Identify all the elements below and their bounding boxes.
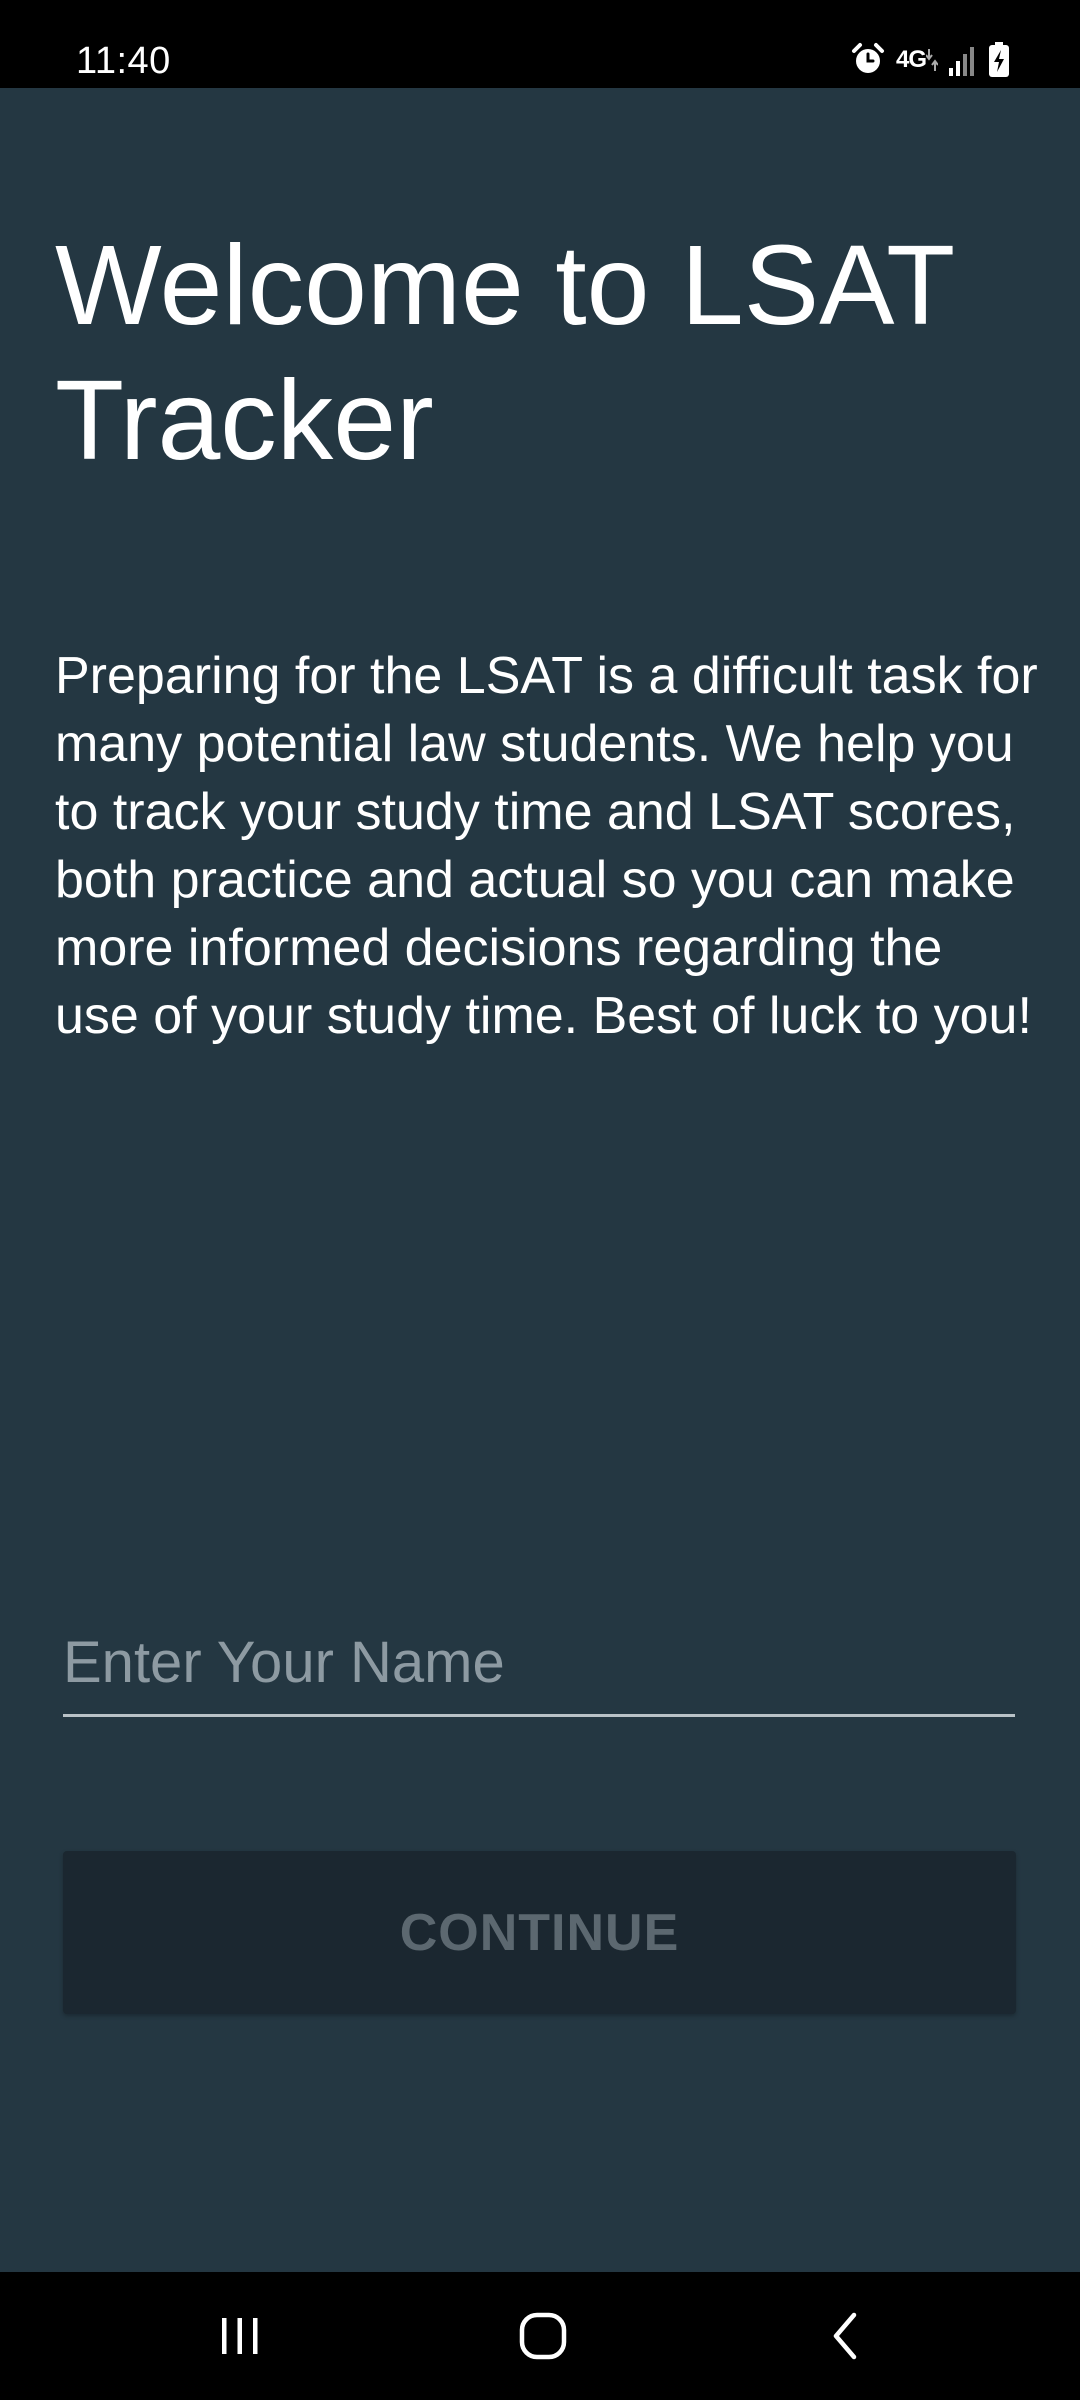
recent-apps-icon — [222, 2318, 258, 2354]
status-time: 11:40 — [76, 40, 171, 82]
recent-apps-button[interactable] — [160, 2272, 320, 2400]
back-button[interactable] — [766, 2272, 926, 2400]
navigation-bar — [0, 2272, 1080, 2400]
intro-description: Preparing for the LSAT is a difficult ta… — [55, 647, 1038, 1045]
name-input[interactable] — [63, 1610, 1015, 1714]
network-4g-icon: 4G — [896, 45, 938, 75]
network-4g-label: 4G — [895, 46, 927, 73]
home-button[interactable] — [463, 2272, 623, 2400]
back-icon — [833, 2312, 857, 2360]
battery-charging-icon — [988, 42, 1010, 78]
status-bar: 11:40 4G — [0, 0, 1080, 88]
alarm-icon — [850, 42, 886, 78]
name-field[interactable] — [63, 1610, 1015, 1717]
signal-icon — [948, 44, 978, 76]
home-icon — [519, 2312, 567, 2360]
continue-button[interactable]: CONTINUE — [63, 1851, 1016, 2014]
page-title: Welcome to LSAT Tracker — [55, 222, 954, 483]
status-icons: 4G — [850, 40, 1010, 80]
app-screen: 11:40 4G Welcome to LSAT Tracker Prepari… — [0, 0, 1080, 2400]
